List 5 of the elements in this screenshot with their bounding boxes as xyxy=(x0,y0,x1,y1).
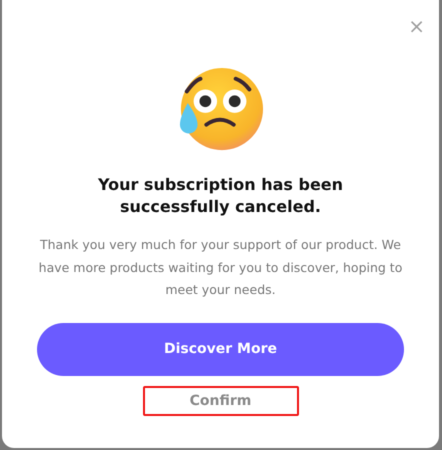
close-button[interactable]: × xyxy=(406,14,427,38)
discover-more-button[interactable]: Discover More xyxy=(37,322,404,376)
confirm-button[interactable]: Confirm xyxy=(142,386,298,416)
dialog-message: Thank you very much for your support of our product. We have more products waiting for you to discover, hoping to meet your needs. xyxy=(38,236,404,299)
dialog-title: Your subscription has been successfully canceled. xyxy=(96,174,344,218)
